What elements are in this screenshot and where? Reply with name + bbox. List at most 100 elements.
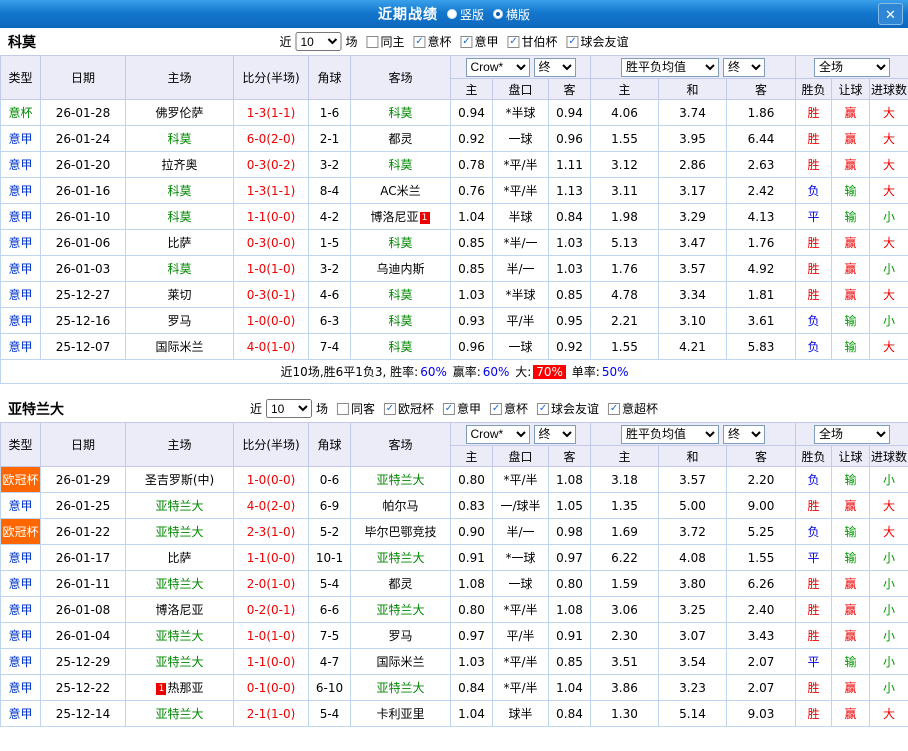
filter-controls: 近 10 场同客 ✓ 欧冠杯 ✓ 意甲 ✓ 意杯 ✓ 球会友谊 ✓ 意超杯 [250,399,658,418]
checkbox-label: 意超杯 [622,402,659,416]
handicap-result-cell: 输 [831,518,871,545]
odds-final-select[interactable]: 终 [533,57,576,77]
header-controls-cell: 胜平负均值终 [590,422,797,446]
handicap-cell: 一球 [492,125,549,152]
goals-result-cell: 大 [869,492,908,519]
checkbox-icon: ✓ [413,35,426,48]
avg-final-select[interactable]: 终 [723,424,766,444]
team-label: 莱切 [167,288,192,302]
date-cell: 26-01-22 [40,518,126,545]
team-label: 亚特兰大 [376,681,425,695]
sub-column-header: 主 [590,445,660,467]
corner-cell: 7-5 [308,622,351,649]
team-label: 比萨 [167,551,192,565]
corner-cell: 6-9 [308,492,351,519]
checkbox-icon [366,35,379,48]
odds-company-select[interactable]: Crow* [465,424,530,444]
checkbox-icon: ✓ [383,402,396,415]
sub-column-header: 客 [547,78,592,100]
result-cell: 胜 [795,674,833,701]
avg-select[interactable]: 胜平负均值 [621,424,720,444]
recent-count-select[interactable]: 10 [295,32,342,51]
team-label: 亚特兰大 [155,629,204,643]
summary-segment: 60% [482,365,510,379]
odds-company-select[interactable]: Crow* [465,57,530,77]
filter-checkbox[interactable]: ✓ 球会友谊 [537,400,599,417]
goals-result-cell: 小 [869,307,908,334]
summary-row: 近10场,胜6平1负3, 胜率: 60% 赢率: 60% 大: 70% 单率: 50% [0,359,908,384]
odds-away-cell: 1.08 [547,596,592,623]
checkbox-label: 意杯 [504,402,529,416]
scope-select[interactable]: 全场 [814,424,891,444]
result-cell: 平 [795,544,833,571]
league-cell: 意甲 [0,203,41,230]
filter-checkbox[interactable]: ✓ 球会友谊 [566,33,629,50]
filter-checkbox[interactable]: ✓ 意杯 [413,33,452,50]
home-team-cell: 罗马 [125,307,234,334]
sub-column-header: 胜负 [795,78,833,100]
score-cell: 4-0(1-0) [233,333,309,360]
result-cell: 胜 [795,700,833,727]
corner-cell: 5-4 [308,700,351,727]
handicap-result-cell: 输 [831,177,871,204]
corner-cell: 8-4 [308,177,351,204]
home-team-cell: 亚特兰大 [125,492,234,519]
handicap-result-cell: 输 [831,648,871,675]
avg-select[interactable]: 胜平负均值 [621,57,720,77]
goals-result-cell: 小 [869,622,908,649]
handicap-result-cell: 赢 [831,570,871,597]
away-team-cell: 科莫 [350,99,451,126]
checkbox-label: 意甲 [457,402,482,416]
close-button[interactable]: ✕ [878,3,903,25]
date-cell: 26-01-28 [40,99,126,126]
avg-home-cell: 2.21 [590,307,660,334]
recent-count-select[interactable]: 10 [265,399,312,418]
goals-result-cell: 大 [869,700,908,727]
handicap-cell: *平/半 [492,674,549,701]
odds-home-cell: 0.85 [450,255,493,282]
date-cell: 26-01-16 [40,177,126,204]
filter-bar: 科莫近 10 场同主 ✓ 意杯 ✓ 意甲 ✓ 甘伯杯 ✓ 球会友谊 [0,28,908,55]
odds-away-cell: 0.94 [547,99,592,126]
filter-checkbox[interactable]: ✓ 甘伯杯 [507,33,558,50]
sub-column-header: 让球 [831,445,871,467]
away-team-cell: 国际米兰 [350,648,451,675]
avg-draw-cell: 3.07 [658,622,728,649]
checkbox-label: 意杯 [427,35,452,49]
avg-final-select[interactable]: 终 [723,57,766,77]
summary-segment: 70% [533,365,566,379]
avg-draw-cell: 3.74 [658,99,728,126]
matches-table: 类型 日期 主场 比分(半场) 角球 客场 Crow* 终胜平负均值终全场主盘口客主和客胜负让… [0,422,908,727]
recent-label: 近 [279,35,292,49]
filter-checkbox[interactable]: 同主 [366,33,404,50]
corner-cell: 6-6 [308,596,351,623]
avg-draw-cell: 3.10 [658,307,728,334]
filter-checkbox[interactable]: ✓ 意甲 [460,33,499,50]
team-label: 比萨 [167,236,192,250]
scope-select[interactable]: 全场 [814,57,891,77]
sub-column-header: 进球数 [869,78,908,100]
match-row: 意甲 26-01-04 亚特兰大 1-0(1-0) 7-5 罗马 0.97 平/半 0.91 2.… [0,622,908,649]
odds-final-select[interactable]: 终 [533,424,576,444]
filter-checkbox[interactable]: ✓ 意超杯 [608,400,658,417]
away-team-cell: 罗马 [350,622,451,649]
filter-checkbox[interactable]: ✓ 意杯 [490,400,528,417]
filter-checkbox[interactable]: ✓ 欧冠杯 [383,400,434,417]
summary-segment: 单率: [567,365,600,379]
home-team-cell: 科莫 [125,177,234,204]
handicap-result-cell: 赢 [831,125,871,152]
result-cell: 胜 [795,99,833,126]
match-row: 欧冠杯 26-01-22 亚特兰大 2-3(1-0) 5-2 毕尔巴鄂竞技 0.90 半/一 0… [0,518,908,545]
handicap-cell: *半球 [492,281,549,308]
layout-radio-vertical[interactable]: 竖版 [446,6,484,23]
odds-home-cell: 1.03 [450,648,493,675]
filter-checkbox[interactable]: ✓ 意甲 [443,400,481,417]
filter-checkbox[interactable]: 同客 [336,400,375,417]
avg-away-cell: 1.81 [726,281,797,308]
layout-radio-horizontal[interactable]: 横版 [493,6,530,23]
odds-home-cell: 1.04 [450,700,493,727]
odds-home-cell: 0.93 [450,307,493,334]
games-label: 场 [315,402,328,416]
filter-controls: 近 10 场同主 ✓ 意杯 ✓ 意甲 ✓ 甘伯杯 ✓ 球会友谊 [279,32,629,51]
team-label: 科莫 [388,314,413,328]
